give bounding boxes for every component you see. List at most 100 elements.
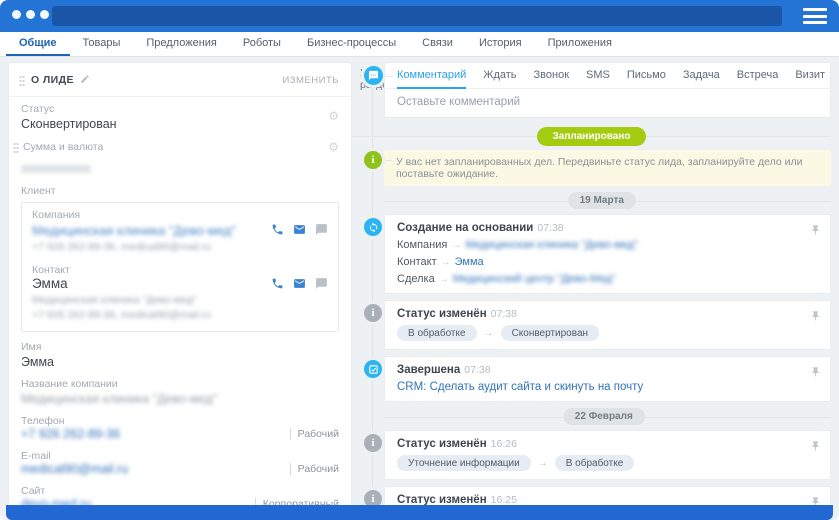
entry-time: 07:38 [464, 364, 490, 376]
phone-icon[interactable] [271, 277, 284, 290]
entry-time: 16:26 [491, 438, 517, 450]
date-separator: 22 Февраля [352, 408, 831, 426]
entry-company-row: Компания→Медицинская клиника "Дево-мед" [397, 239, 802, 251]
entry-title: Статус изменён16:25 [397, 494, 802, 505]
timeline-entry: Завершена07:38 CRM: Сделать аудит сайта … [352, 356, 831, 402]
email-icon[interactable] [293, 223, 306, 236]
pin-icon[interactable] [810, 495, 821, 505]
planned-button[interactable]: Запланировано [537, 127, 647, 146]
contact-name[interactable]: Эмма [32, 276, 68, 291]
contact-label: Контакт [32, 264, 328, 276]
tab-robots[interactable]: Роботы [230, 32, 294, 56]
info-icon: i [364, 434, 382, 452]
tab-quotes[interactable]: Предложения [133, 32, 230, 56]
comment-composer: Комментарий Ждать Звонок SMS Письмо Зада… [384, 62, 831, 118]
company-link[interactable]: Медицинская клиника "Дево-мед" [32, 223, 236, 238]
task-link[interactable]: CRM: Сделать аудит сайта и скинуть на по… [397, 381, 802, 393]
drag-handle-icon[interactable] [13, 142, 19, 153]
status-badge: В обработке [397, 325, 477, 341]
pencil-icon[interactable] [80, 71, 90, 89]
tab-products[interactable]: Товары [70, 32, 134, 56]
chat-icon[interactable] [315, 223, 328, 236]
pin-icon[interactable] [810, 439, 821, 457]
tab-general[interactable]: Общие [6, 32, 70, 56]
app-window: Общие Товары Предложения Роботы Бизнес-п… [0, 0, 839, 520]
phone-label: Телефон [21, 415, 339, 427]
entry-card: Завершена07:38 CRM: Сделать аудит сайта … [384, 356, 831, 402]
pin-icon[interactable] [810, 223, 821, 241]
timeline-panel: Комментарий Ждать Звонок SMS Письмо Зада… [352, 62, 831, 505]
email-label: E-mail [21, 450, 339, 462]
phone-type: Рабочий [290, 428, 339, 440]
info-icon: i [364, 304, 382, 322]
company-contacts-sub: +7 926 262-89-36, medical90@mail.ru [32, 241, 328, 253]
date-badge: 19 Марта [568, 192, 636, 209]
task-check-icon [364, 360, 382, 378]
contact-contacts-sub: +7 926 262-89-36, medical90@mail.ru [32, 309, 328, 321]
client-label: Клиент [21, 185, 339, 197]
gear-icon[interactable]: ⚙ [328, 110, 339, 122]
company-link[interactable]: Медицинская клиника "Дево-мед" [465, 239, 638, 251]
window-dot-icon[interactable] [26, 10, 35, 19]
entry-card: Статус изменён16:25 Не обработан→Уточнен… [384, 486, 831, 505]
timeline-entry: Создание на основании07:38 Компания→Меди… [352, 214, 831, 294]
entry-time: 07:38 [491, 308, 517, 320]
entry-title: Статус изменён16:26 [397, 438, 802, 450]
tl-tab-comment[interactable]: Комментарий [397, 64, 466, 89]
tl-tab-wait[interactable]: Ждать [483, 64, 516, 89]
phone-value-link[interactable]: +7 926 262-89-36 [21, 427, 120, 441]
gear-icon[interactable]: ⚙ [328, 141, 339, 153]
email-value-link[interactable]: medical90@mail.ru [21, 462, 128, 476]
lead-about-card: О ЛИДЕ ИЗМЕНИТЬ Статус Сконвертирован ⚙ … [8, 62, 352, 505]
timeline-entry: i Статус изменён07:38 В обработке→Сконве… [352, 300, 831, 350]
tab-history[interactable]: История [466, 32, 535, 56]
tab-business-processes[interactable]: Бизнес-процессы [294, 32, 409, 56]
lead-about-header: О ЛИДЕ ИЗМЕНИТЬ [9, 63, 351, 97]
edit-button[interactable]: ИЗМЕНИТЬ [282, 75, 339, 86]
pin-icon[interactable] [810, 365, 821, 383]
pin-icon[interactable] [810, 309, 821, 327]
status-transition: Уточнение информации→В обработке [397, 455, 802, 471]
address-bar[interactable] [52, 6, 782, 26]
entry-title: Завершена07:38 [397, 364, 802, 376]
status-label: Статус [21, 103, 117, 115]
drag-handle-icon[interactable] [19, 75, 25, 86]
date-separator: 19 Марта [352, 192, 831, 210]
timeline-entry: i Статус изменён16:26 Уточнение информац… [352, 430, 831, 480]
email-icon[interactable] [293, 277, 306, 290]
tl-tab-sms[interactable]: SMS [586, 64, 610, 89]
info-icon: i [364, 151, 382, 169]
tl-tab-meeting[interactable]: Встреча [737, 64, 779, 89]
site-value-link[interactable]: devo-med.ru [21, 497, 91, 505]
entry-deal-row: Сделка→Медицинский центр "Дево-Мед" [397, 273, 802, 285]
entry-title: Статус изменён07:38 [397, 308, 802, 320]
tl-tab-visit[interactable]: Визит [795, 64, 825, 89]
composer-row: Комментарий Ждать Звонок SMS Письмо Зада… [352, 62, 831, 118]
bottom-bar [6, 505, 833, 520]
tl-tab-task[interactable]: Задача [683, 64, 720, 89]
window-dot-icon[interactable] [40, 10, 49, 19]
tab-connections[interactable]: Связи [409, 32, 466, 56]
client-box: Компания Медицинская клиника "Дево-мед" … [21, 202, 339, 332]
site-type: Корпоративный [255, 498, 339, 505]
chat-icon[interactable] [315, 277, 328, 290]
contact-link[interactable]: Эмма [455, 256, 484, 268]
planned-row: Запланировано [352, 124, 831, 148]
sync-icon [364, 218, 382, 236]
comment-input[interactable]: Оставьте комментарий [385, 89, 830, 117]
main-tab-bar: Общие Товары Предложения Роботы Бизнес-п… [0, 32, 839, 57]
company-name-label: Название компании [21, 378, 339, 390]
tl-tab-call[interactable]: Звонок [534, 64, 570, 89]
tab-apps[interactable]: Приложения [535, 32, 625, 56]
tl-tab-letter[interactable]: Письмо [627, 64, 666, 89]
status-badge: Уточнение информации [397, 455, 531, 471]
phone-icon[interactable] [271, 223, 284, 236]
email-type: Рабочий [290, 463, 339, 475]
window-dot-icon[interactable] [12, 10, 21, 19]
window-controls[interactable] [12, 10, 49, 19]
hamburger-menu-icon[interactable] [803, 8, 827, 24]
entry-card: Статус изменён07:38 В обработке→Сконверт… [384, 300, 831, 350]
lead-details-panel: О ЛИДЕ ИЗМЕНИТЬ Статус Сконвертирован ⚙ … [8, 62, 352, 505]
deal-link[interactable]: Медицинский центр "Дево-Мед" [453, 273, 616, 285]
name-value: Эмма [21, 355, 339, 369]
